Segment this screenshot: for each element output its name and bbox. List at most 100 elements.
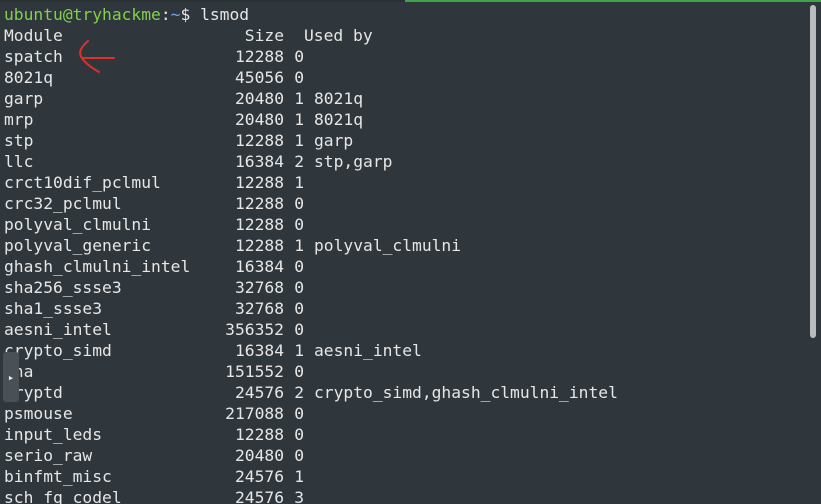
module-name: llc [4,152,34,171]
list-item: sch_fq_codel 24576 3 [4,487,618,504]
list-item: cha 151552 0 [4,361,618,382]
module-used-count: 0 [294,299,304,318]
module-name: polyval_generic [4,236,152,255]
module-used-count: 0 [294,278,304,297]
list-item: sha256_ssse3 32768 0 [4,277,618,298]
prompt-separator: : [160,5,171,24]
module-size: 356352 [225,320,284,339]
list-item: ghash_clmulni_intel 16384 0 [4,256,618,277]
module-size: 24576 [234,488,284,504]
module-size: 12288 [234,236,284,255]
list-item: serio_raw 20480 0 [4,445,618,466]
module-used-count: 1 [294,131,304,150]
module-name: crc32_pclmul [4,194,122,213]
module-used-count: 1 [294,236,304,255]
module-used-count: 0 [294,320,304,339]
list-item: stp 12288 1 garp [4,130,618,151]
module-used-by: garp [314,131,354,150]
module-name: binfmt_misc [4,467,112,486]
module-name: crct10dif_pclmul [4,173,161,192]
module-used-count: 1 [294,467,304,486]
module-name: mrp [4,110,34,129]
module-size: 45056 [234,68,284,87]
command-text: lsmod [200,5,250,24]
prompt-user: ubuntu@tryhackme [4,5,161,24]
list-item: cryptd 24576 2 crypto_simd,ghash_clmulni_in… [4,382,618,403]
module-size: 151552 [225,362,284,381]
list-item: sha1_ssse3 32768 0 [4,298,618,319]
prompt-symbol: $ [180,5,201,24]
list-item: llc 16384 2 stp,garp [4,151,618,172]
module-name: aesni_intel [4,320,112,339]
module-size: 12288 [234,47,284,66]
module-name: crypto_simd [4,341,112,360]
module-name: ghash_clmulni_intel [4,257,191,276]
module-used-count: 1 [294,173,304,192]
module-used-count: 0 [294,362,304,381]
header-used-by: Used by [304,26,373,45]
active-accent-line [405,0,821,2]
module-used-by: polyval_clmulni [314,236,462,255]
module-name: cha [4,361,204,382]
module-used-count: 2 [294,383,304,402]
module-size: 12288 [234,194,284,213]
vertical-scrollbar[interactable] [810,5,816,338]
module-name: serio_raw [4,446,93,465]
prompt-path: ~ [170,5,181,24]
module-size: 16384 [234,152,284,171]
module-size: 12288 [234,215,284,234]
list-item: mrp 20480 1 8021q [4,109,618,130]
terminal-output: ubuntu@tryhackme:~$ lsmod Module Size Used… [4,4,618,504]
module-size: 32768 [234,299,284,318]
expand-handle-icon[interactable]: ▸ [3,352,19,402]
module-used-by: stp,garp [314,152,393,171]
module-size: 24576 [234,383,284,402]
module-size: 24576 [234,467,284,486]
terminal-window[interactable]: ubuntu@tryhackme:~$ lsmod Module Size Used… [0,0,821,504]
module-name: sch_fq_codel [4,488,122,504]
list-item: binfmt_misc 24576 1 [4,466,618,487]
module-size: 217088 [225,404,284,423]
prompt-line: ubuntu@tryhackme:~$ lsmod [4,4,618,25]
module-size: 32768 [234,278,284,297]
module-size: 20480 [234,110,284,129]
module-used-by: 8021q [314,110,364,129]
module-size: 12288 [234,131,284,150]
window-top-border [0,0,821,2]
list-item: psmouse 217088 0 [4,403,618,424]
module-used-count: 0 [294,257,304,276]
module-size: 16384 [234,257,284,276]
module-used-count: 0 [294,194,304,213]
module-used-count: 1 [294,89,304,108]
module-used-count: 0 [294,68,304,87]
module-size: 12288 [234,425,284,444]
module-name: stp [4,131,34,150]
module-used-count: 0 [294,446,304,465]
list-item: garp 20480 1 8021q [4,88,618,109]
module-used-count: 2 [294,152,304,171]
module-name: psmouse [4,404,73,423]
module-size: 12288 [234,173,284,192]
module-size: 20480 [234,89,284,108]
list-item: polyval_clmulni 12288 0 [4,214,618,235]
module-used-count: 1 [294,341,304,360]
module-name: garp [4,89,44,108]
module-name: cryptd [4,383,63,402]
module-size: 20480 [234,446,284,465]
module-name: polyval_clmulni [4,215,152,234]
module-used-count: 0 [294,404,304,423]
module-name: sha256_ssse3 [4,278,122,297]
list-item: crypto_simd 16384 1 aesni_intel [4,340,618,361]
handle-glyph: ▸ [7,370,15,384]
module-used-count: 0 [294,47,304,66]
header-size: Size [244,26,284,45]
list-item: input_leds 12288 0 [4,424,618,445]
module-size: 16384 [234,341,284,360]
module-used-by: crypto_simd,ghash_clmulni_intel [314,383,618,402]
module-used-count: 0 [294,215,304,234]
module-used-by: aesni_intel [314,341,422,360]
red-arrow-icon [79,40,115,73]
list-item: polyval_generic 12288 1 polyval_clmulni [4,235,618,256]
list-item: crc32_pclmul 12288 0 [4,193,618,214]
module-list: spatch 12288 0 8021q 45056 0 garp 20480 1 8021q mr… [4,46,618,504]
